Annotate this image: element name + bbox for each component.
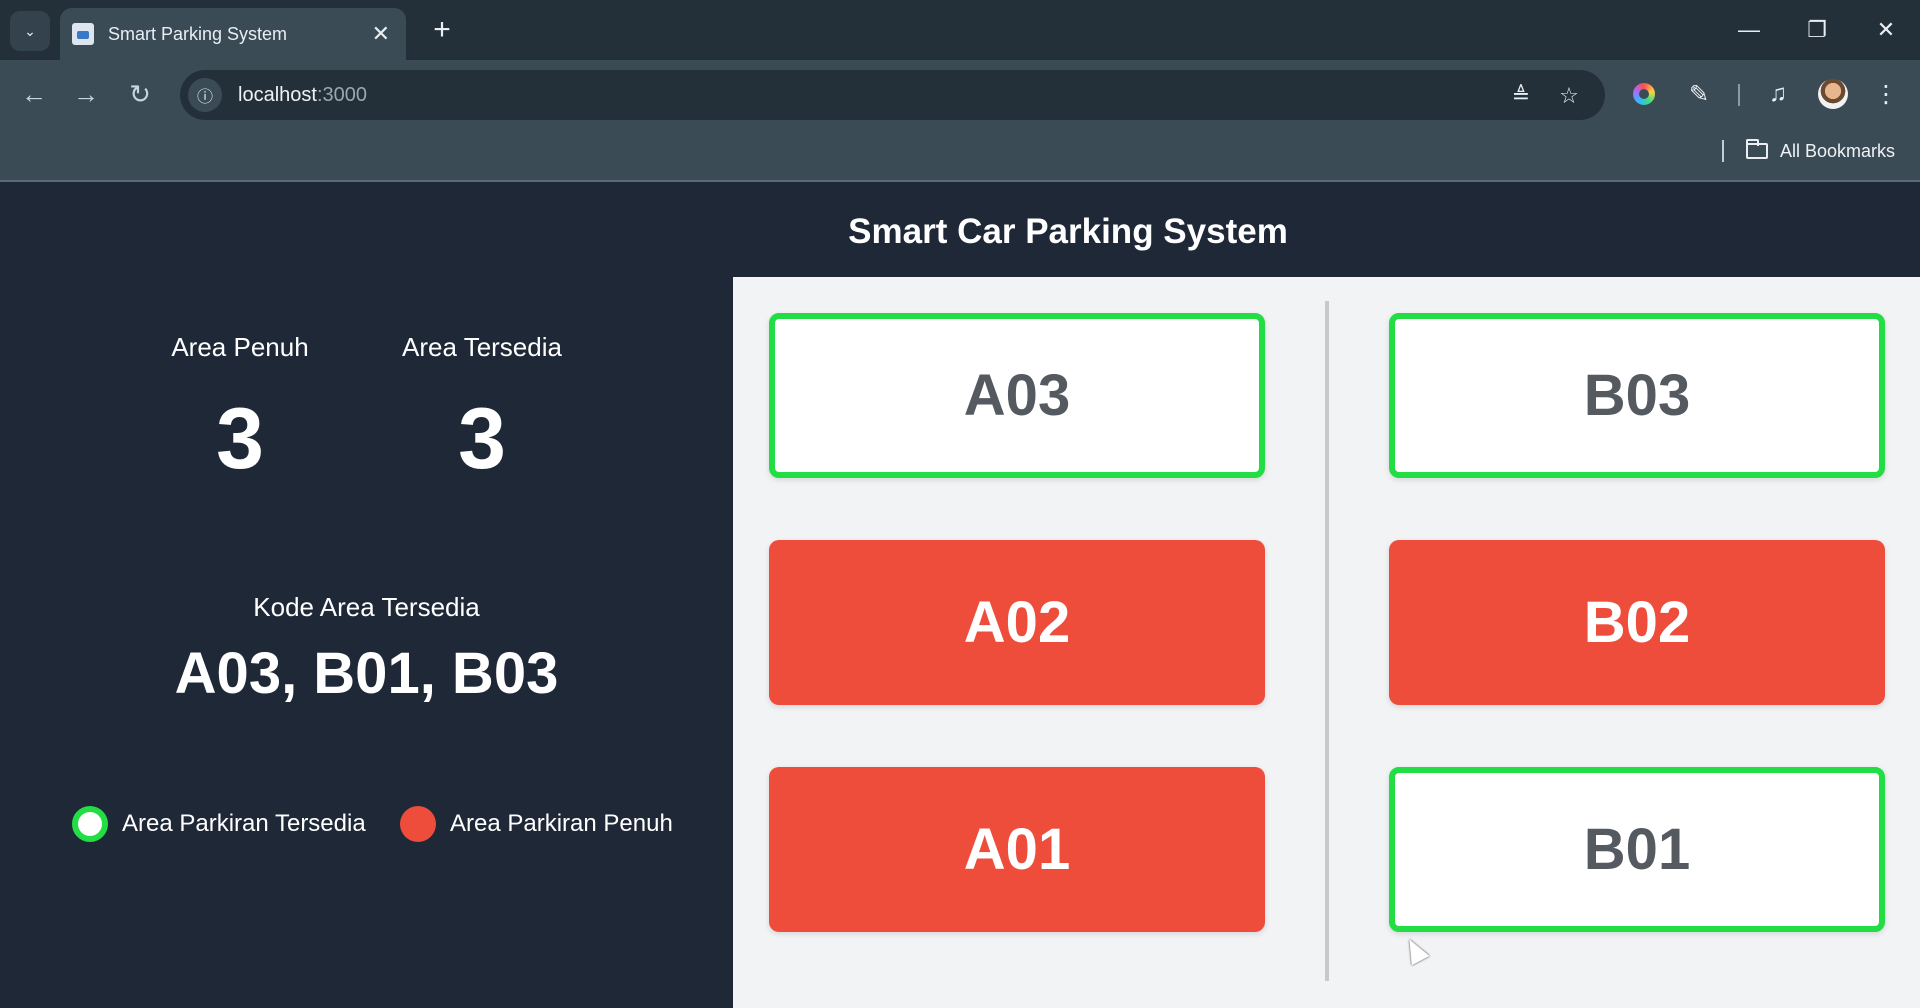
translate-button[interactable]: ≜ [1503, 78, 1539, 114]
available-area-count: 3 [458, 391, 506, 487]
parking-dashboard: Smart Car Parking System Area Penuh 3 Ar… [0, 182, 1920, 1008]
profile-button[interactable] [1813, 74, 1853, 114]
legend-free: Area Parkiran Tersedia [72, 806, 366, 842]
parking-slot[interactable]: A03 [769, 313, 1265, 478]
new-tab-button[interactable]: + [424, 12, 460, 48]
minimize-button[interactable]: — [1724, 10, 1774, 50]
media-button[interactable]: ♫ [1758, 74, 1798, 114]
available-codes-value: A03, B01, B03 [174, 641, 559, 706]
lot-divider [1325, 301, 1329, 981]
reload-icon: ↻ [129, 78, 151, 109]
toolbar-divider [1738, 84, 1740, 106]
parking-slot[interactable]: A01 [769, 767, 1265, 932]
slot-code: A03 [963, 363, 1071, 428]
legend-free-label: Area Parkiran Tersedia [122, 810, 366, 837]
reload-button[interactable]: ↻ [120, 74, 160, 114]
tab-title: Smart Parking System [108, 23, 288, 44]
full-indicator-icon [400, 806, 436, 842]
close-icon: ✕ [1876, 17, 1896, 42]
restore-icon: ❐ [1807, 17, 1827, 42]
color-extension-button[interactable] [1624, 74, 1664, 114]
forward-button[interactable]: → [66, 74, 106, 114]
full-area-label: Area Penuh [171, 332, 309, 362]
parking-lot-grid: A03 B03 A02 B02 A01 B01 [733, 277, 1920, 1008]
color-ring-icon [1633, 83, 1655, 105]
minimize-icon: — [1738, 17, 1760, 42]
parking-slot[interactable]: B03 [1389, 313, 1885, 478]
tab-strip: ⌄ Smart Parking System ✕ + — ❐ ✕ [0, 0, 1920, 60]
puzzle-icon: ✎ [1688, 80, 1710, 108]
url-text[interactable]: localhost:3000 [238, 84, 367, 107]
slot-code: B01 [1583, 817, 1691, 882]
available-area-label: Area Tersedia [402, 332, 562, 362]
plus-icon: + [433, 13, 451, 46]
free-indicator-icon [72, 806, 108, 842]
full-area-count: 3 [216, 391, 264, 487]
browser-menu-button[interactable]: ⋮ [1866, 74, 1906, 114]
parking-slot[interactable]: B02 [1389, 540, 1885, 705]
extensions-button[interactable]: ✎ [1679, 74, 1719, 114]
info-icon: ⓘ [196, 89, 213, 106]
close-icon[interactable]: ✕ [372, 23, 390, 45]
available-codes-label: Kode Area Tersedia [253, 592, 480, 622]
all-bookmarks-button[interactable]: All Bookmarks [1746, 136, 1895, 166]
kebab-menu-icon: ⋮ [1874, 80, 1898, 108]
arrow-left-icon: ← [21, 78, 47, 109]
parking-slot[interactable]: B01 [1389, 767, 1885, 932]
slot-code: A02 [963, 590, 1071, 655]
slot-code: B03 [1583, 363, 1691, 428]
restore-button[interactable]: ❐ [1792, 10, 1842, 50]
page-title: Smart Car Parking System [848, 212, 1288, 251]
arrow-right-icon: → [73, 78, 99, 109]
all-bookmarks-label: All Bookmarks [1780, 140, 1896, 161]
browser-tab[interactable]: Smart Parking System ✕ [60, 8, 406, 60]
bookmark-star-button[interactable]: ☆ [1551, 78, 1587, 114]
bookmarks-divider [1722, 140, 1724, 162]
favicon-icon [72, 23, 94, 45]
legend-full: Area Parkiran Penuh [400, 806, 673, 842]
folder-icon [1746, 139, 1768, 159]
chevron-down-icon: ⌄ [24, 22, 36, 39]
translate-icon: ≜ [1511, 83, 1531, 108]
parking-slot[interactable]: A02 [769, 540, 1265, 705]
slot-code: B02 [1583, 590, 1691, 655]
avatar-icon [1818, 79, 1848, 109]
legend-full-label: Area Parkiran Penuh [450, 810, 673, 837]
media-icon: ♫ [1769, 80, 1787, 107]
close-window-button[interactable]: ✕ [1861, 10, 1911, 50]
tab-search-button[interactable]: ⌄ [10, 11, 50, 51]
back-button[interactable]: ← [14, 74, 54, 114]
site-info-button[interactable]: ⓘ [188, 78, 222, 112]
star-icon: ☆ [1559, 83, 1579, 108]
slot-code: A01 [963, 817, 1071, 882]
address-bar[interactable]: ⓘ localhost:3000 [180, 70, 1605, 120]
